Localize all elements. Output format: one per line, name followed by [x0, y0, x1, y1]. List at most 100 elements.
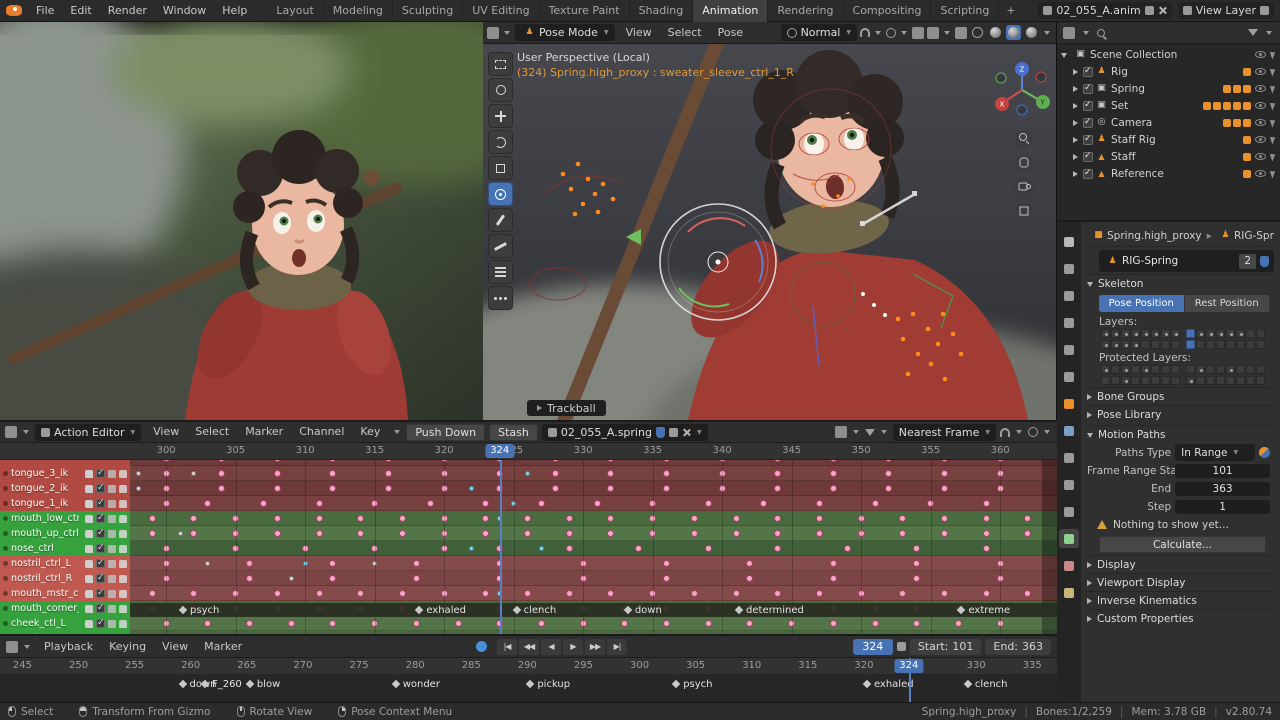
- search-icon[interactable]: [1097, 28, 1105, 37]
- mute-icon[interactable]: [108, 484, 116, 493]
- channel-enable-checkbox[interactable]: [96, 588, 105, 598]
- dope-sheet-menu-key[interactable]: Key: [352, 422, 388, 442]
- camera-viewport[interactable]: [0, 22, 483, 420]
- outliner-row-set[interactable]: Set: [1057, 97, 1280, 114]
- layer-toggle[interactable]: [1161, 365, 1170, 374]
- keyframe[interactable]: [621, 619, 629, 627]
- workspace-tab-compositing[interactable]: Compositing: [844, 0, 932, 22]
- channel-mouth-corner-l[interactable]: mouth_corner_L: [0, 601, 130, 616]
- previous-keyframe-button[interactable]: ◀◀: [519, 638, 539, 655]
- layer-toggle[interactable]: [1101, 329, 1110, 338]
- keyframe[interactable]: [273, 460, 281, 462]
- keyframe[interactable]: [232, 514, 240, 522]
- hide-in-viewport-toggle[interactable]: [1255, 85, 1266, 92]
- workspace-tab-animation[interactable]: Animation: [693, 0, 769, 22]
- layer-toggle[interactable]: [1196, 365, 1205, 374]
- channel-mouth-corner-r[interactable]: mouth_corner_R: [0, 631, 130, 634]
- keyframe[interactable]: [829, 574, 837, 582]
- section-bone-groups[interactable]: Bone Groups: [1087, 387, 1274, 405]
- end-frame-field[interactable]: End: 363: [985, 638, 1052, 655]
- play-reverse-button[interactable]: ◀: [541, 638, 561, 655]
- workspace-tab-texture-paint[interactable]: Texture Paint: [540, 0, 630, 22]
- layer-toggle[interactable]: [1216, 376, 1225, 385]
- duplicate-action-icon[interactable]: [668, 427, 678, 437]
- layer-toggle[interactable]: [1186, 340, 1195, 349]
- keyframe[interactable]: [162, 619, 170, 627]
- layer-toggle[interactable]: [1141, 329, 1150, 338]
- channel-mouth-up-ctrl[interactable]: mouth_up_ctrl: [0, 526, 130, 541]
- keyframe[interactable]: [982, 529, 990, 537]
- channel-cheek-ctl-l[interactable]: cheek_ctl_L: [0, 616, 130, 631]
- keyframe[interactable]: [232, 589, 240, 597]
- collection-checkbox[interactable]: [1083, 66, 1093, 77]
- keyframe[interactable]: [788, 619, 796, 627]
- proportional-caret[interactable]: [1044, 430, 1050, 434]
- keyframe[interactable]: [246, 619, 254, 627]
- layer-toggle[interactable]: [1101, 365, 1110, 374]
- keyframe[interactable]: [746, 559, 754, 567]
- outliner-row-staff-rig[interactable]: Staff Rig: [1057, 131, 1280, 148]
- scene-name[interactable]: 02_055_A.anim: [1056, 4, 1140, 17]
- layer-toggle[interactable]: [1206, 329, 1215, 338]
- keyframe[interactable]: [565, 544, 573, 552]
- keyframe[interactable]: [760, 499, 768, 507]
- keyframe-row[interactable]: [130, 586, 1057, 601]
- keyframe[interactable]: [732, 514, 740, 522]
- properties-tab-scene[interactable]: [1059, 340, 1079, 359]
- layer-toggle[interactable]: [1256, 376, 1265, 385]
- layer-toggle[interactable]: [1236, 329, 1245, 338]
- section-viewport-display[interactable]: Viewport Display: [1087, 573, 1274, 591]
- keyframe[interactable]: [996, 619, 1004, 627]
- jump-to-end-button[interactable]: ▶|: [607, 638, 627, 655]
- keyframe[interactable]: [663, 469, 671, 477]
- keyframe-row[interactable]: [130, 481, 1057, 496]
- keyframe[interactable]: [843, 544, 851, 552]
- keyframe[interactable]: [996, 574, 1004, 582]
- keyframe[interactable]: [871, 619, 879, 627]
- layer-toggle[interactable]: [1226, 376, 1235, 385]
- funnel-caret[interactable]: [880, 430, 887, 434]
- keyframe[interactable]: [954, 619, 962, 627]
- snap-magnet-icon[interactable]: [1000, 427, 1010, 437]
- keyframe[interactable]: [1024, 589, 1032, 597]
- lock-icon[interactable]: [119, 574, 127, 583]
- layer-toggle[interactable]: [1111, 329, 1120, 338]
- modifier-icon[interactable]: [85, 529, 93, 538]
- current-frame-field[interactable]: 324: [852, 638, 893, 655]
- layer-toggle[interactable]: [1101, 340, 1110, 349]
- channel-enable-checkbox[interactable]: [96, 513, 105, 523]
- keyframe[interactable]: [704, 619, 712, 627]
- keyframe[interactable]: [357, 514, 365, 522]
- keyframe[interactable]: [1024, 529, 1032, 537]
- view-layer-name[interactable]: View Layer: [1196, 4, 1256, 17]
- breakdown-keyframe[interactable]: [511, 500, 517, 506]
- modifier-icon[interactable]: [85, 484, 93, 493]
- channel-enable-checkbox[interactable]: [96, 618, 105, 628]
- keyframe-row[interactable]: [130, 466, 1057, 481]
- keyframe[interactable]: [663, 574, 671, 582]
- layer-toggle[interactable]: [1151, 376, 1160, 385]
- keyframe[interactable]: [218, 469, 226, 477]
- modifier-icon[interactable]: [85, 544, 93, 553]
- keyframe[interactable]: [941, 514, 949, 522]
- marker-f-260[interactable]: F_260: [200, 677, 242, 691]
- layer-toggle[interactable]: [1151, 365, 1160, 374]
- disclosure-icon[interactable]: [1073, 153, 1078, 160]
- keyframe[interactable]: [913, 559, 921, 567]
- keyframe[interactable]: [899, 589, 907, 597]
- mute-icon[interactable]: [108, 619, 116, 628]
- calculate-button[interactable]: Calculate...: [1099, 536, 1266, 553]
- jump-to-start-button[interactable]: |◀: [497, 638, 517, 655]
- play-button[interactable]: ▶: [563, 638, 583, 655]
- layer-toggle[interactable]: [1141, 365, 1150, 374]
- outliner-row-reference[interactable]: Reference: [1057, 165, 1280, 182]
- keyframe[interactable]: [579, 619, 587, 627]
- viewport-canvas[interactable]: X Y Z User Perspective (Local) (324) Spr…: [483, 44, 1056, 420]
- keyframe[interactable]: [454, 619, 462, 627]
- workspace-tab-uv-editing[interactable]: UV Editing: [463, 0, 540, 22]
- keyframe[interactable]: [649, 514, 657, 522]
- layer-toggle[interactable]: [1226, 365, 1235, 374]
- rest-position-button[interactable]: Rest Position: [1184, 295, 1270, 312]
- properties-tab-output[interactable]: [1059, 286, 1079, 305]
- marker-clench[interactable]: clench: [963, 677, 1008, 691]
